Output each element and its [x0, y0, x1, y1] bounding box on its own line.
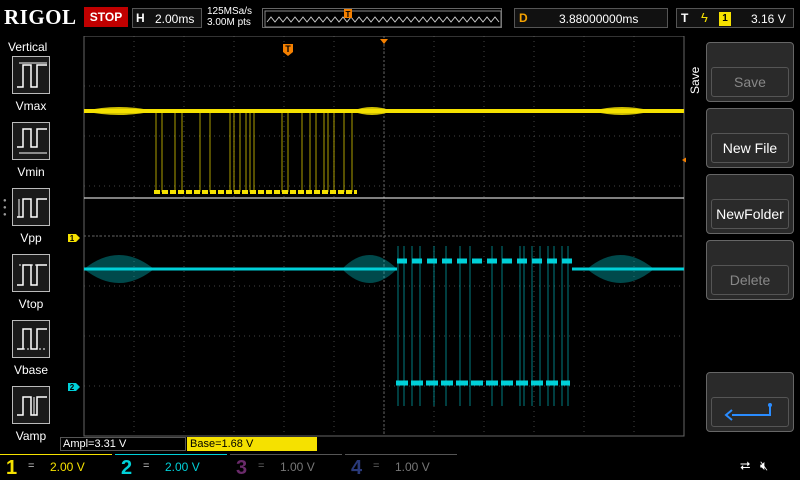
horizontal-scale-value: 2.00ms [155, 12, 195, 26]
vbase-measure-button[interactable] [12, 320, 50, 358]
return-arrow-icon [724, 403, 772, 421]
ch2-number: 2 [121, 457, 133, 479]
delay-value: 3.88000000ms [559, 12, 639, 26]
ch1-ground-marker-text: 1 [70, 234, 75, 243]
usb-icon: ⮂ [740, 458, 751, 473]
ch3-scale: 1.00 V [280, 460, 315, 474]
sample-rate: 125MSa/s [207, 6, 253, 17]
vmax-label: Vmax [15, 99, 47, 113]
back-button[interactable] [706, 372, 794, 432]
channel-status-bar: 1 = 2.00 V 2 = 2.00 V 3 = 1.00 V 4 = 1.0… [0, 452, 800, 480]
ch1-ground-marker: 1 [68, 234, 80, 243]
trigger-label: T [681, 11, 689, 25]
vmax-measure-button[interactable] [12, 56, 50, 94]
vtop-icon [17, 264, 47, 286]
ch4-scale: 1.00 V [395, 460, 430, 474]
speaker-mute-icon: 🔇︎ [760, 458, 769, 473]
ch2-ground-marker-text: 2 [70, 383, 75, 392]
new-folder-button-label: NewFolder [711, 199, 789, 229]
delete-button[interactable]: Delete [706, 240, 794, 300]
memory-depth: 3.00M pts [207, 17, 251, 28]
rising-edge-icon: ϟ [701, 10, 708, 25]
menu-title: Save [688, 66, 702, 94]
trigger-source-badge: 1 [719, 12, 731, 26]
vmin-measure-button[interactable] [12, 122, 50, 160]
acquisition-info: 125MSa/s 3.00M pts [207, 6, 252, 28]
new-folder-button[interactable]: NewFolder [706, 174, 794, 234]
graticule-grid [83, 36, 685, 437]
center-marker-icon [380, 39, 388, 44]
ch3-status[interactable]: 3 = 1.00 V [230, 454, 342, 479]
ch2-ground-marker: 2 [68, 383, 80, 392]
ch1-coupling: = [28, 460, 35, 472]
page-dots-indicator: ● ● ● [3, 198, 7, 218]
memory-trigger-marker-text: T [346, 10, 351, 19]
vamp-measure-button[interactable] [12, 386, 50, 424]
vbase-label: Vbase [13, 363, 49, 377]
memory-trigger-marker: T [344, 9, 352, 19]
save-button-label: Save [711, 67, 789, 97]
vmax-icon [17, 62, 47, 88]
horizontal-label: H [136, 11, 145, 25]
ch4-status[interactable]: 4 = 1.00 V [345, 454, 457, 479]
ch3-number: 3 [236, 457, 248, 479]
ch3-coupling: = [258, 460, 265, 472]
vamp-label: Vamp [15, 429, 47, 443]
save-button[interactable]: Save [706, 42, 794, 102]
vamp-icon [17, 396, 47, 416]
measurement-sidebar: Vertical Vmax Vmin ● ● ● Vpp Vtop Vbase Va… [0, 36, 62, 450]
delay-box[interactable]: D 3.88000000ms [514, 8, 668, 28]
ch2-scale: 2.00 V [165, 460, 200, 474]
horizontal-scale-box[interactable]: H 2.00ms [132, 8, 202, 28]
save-menu-panel: Save Save New File NewFolder Delete [686, 36, 800, 450]
ampl-readout: Ampl=3.31 V [60, 437, 186, 451]
delete-button-label: Delete [711, 265, 789, 295]
status-icons: ⮂ 🔇︎ [740, 458, 768, 474]
waveform-canvas: T 1 2 [68, 36, 685, 437]
ch4-number: 4 [351, 457, 363, 479]
sidebar-title: Vertical [8, 40, 48, 54]
brand-logo: RIGOL [4, 5, 77, 29]
ch1-scale: 2.00 V [50, 460, 85, 474]
vmin-icon [17, 128, 47, 154]
vpp-icon [17, 198, 47, 218]
waveform-display[interactable]: T 1 2 [62, 36, 690, 450]
vtop-measure-button[interactable] [12, 254, 50, 292]
trigger-box[interactable]: T ϟ 1 3.16 V [676, 8, 794, 28]
run-stop-indicator[interactable]: STOP [84, 7, 128, 27]
new-file-button[interactable]: New File [706, 108, 794, 168]
vtop-label: Vtop [18, 297, 44, 311]
vbase-icon [17, 328, 47, 350]
top-status-bar: RIGOL STOP H 2.00ms 125MSa/s 3.00M pts T… [0, 0, 800, 36]
memory-overview-wave: T [264, 9, 502, 28]
new-file-button-label: New File [711, 133, 789, 163]
vpp-label: Vpp [20, 231, 42, 245]
vmin-label: Vmin [17, 165, 45, 179]
trigger-level-value: 3.16 V [751, 12, 786, 26]
ch4-coupling: = [373, 460, 380, 472]
ch2-coupling: = [143, 460, 150, 472]
ch2-status[interactable]: 2 = 2.00 V [115, 454, 227, 479]
trigger-position-marker-text: T [285, 44, 291, 54]
vpp-measure-button[interactable] [12, 188, 50, 226]
ch1-number: 1 [6, 457, 18, 479]
trigger-position-marker: T [283, 44, 293, 56]
back-button-frame [711, 397, 789, 427]
delay-label: D [519, 11, 528, 25]
ch1-status[interactable]: 1 = 2.00 V [0, 454, 112, 479]
memory-position-bar[interactable]: T [262, 8, 502, 28]
base-readout: Base=1.68 V [187, 437, 317, 451]
